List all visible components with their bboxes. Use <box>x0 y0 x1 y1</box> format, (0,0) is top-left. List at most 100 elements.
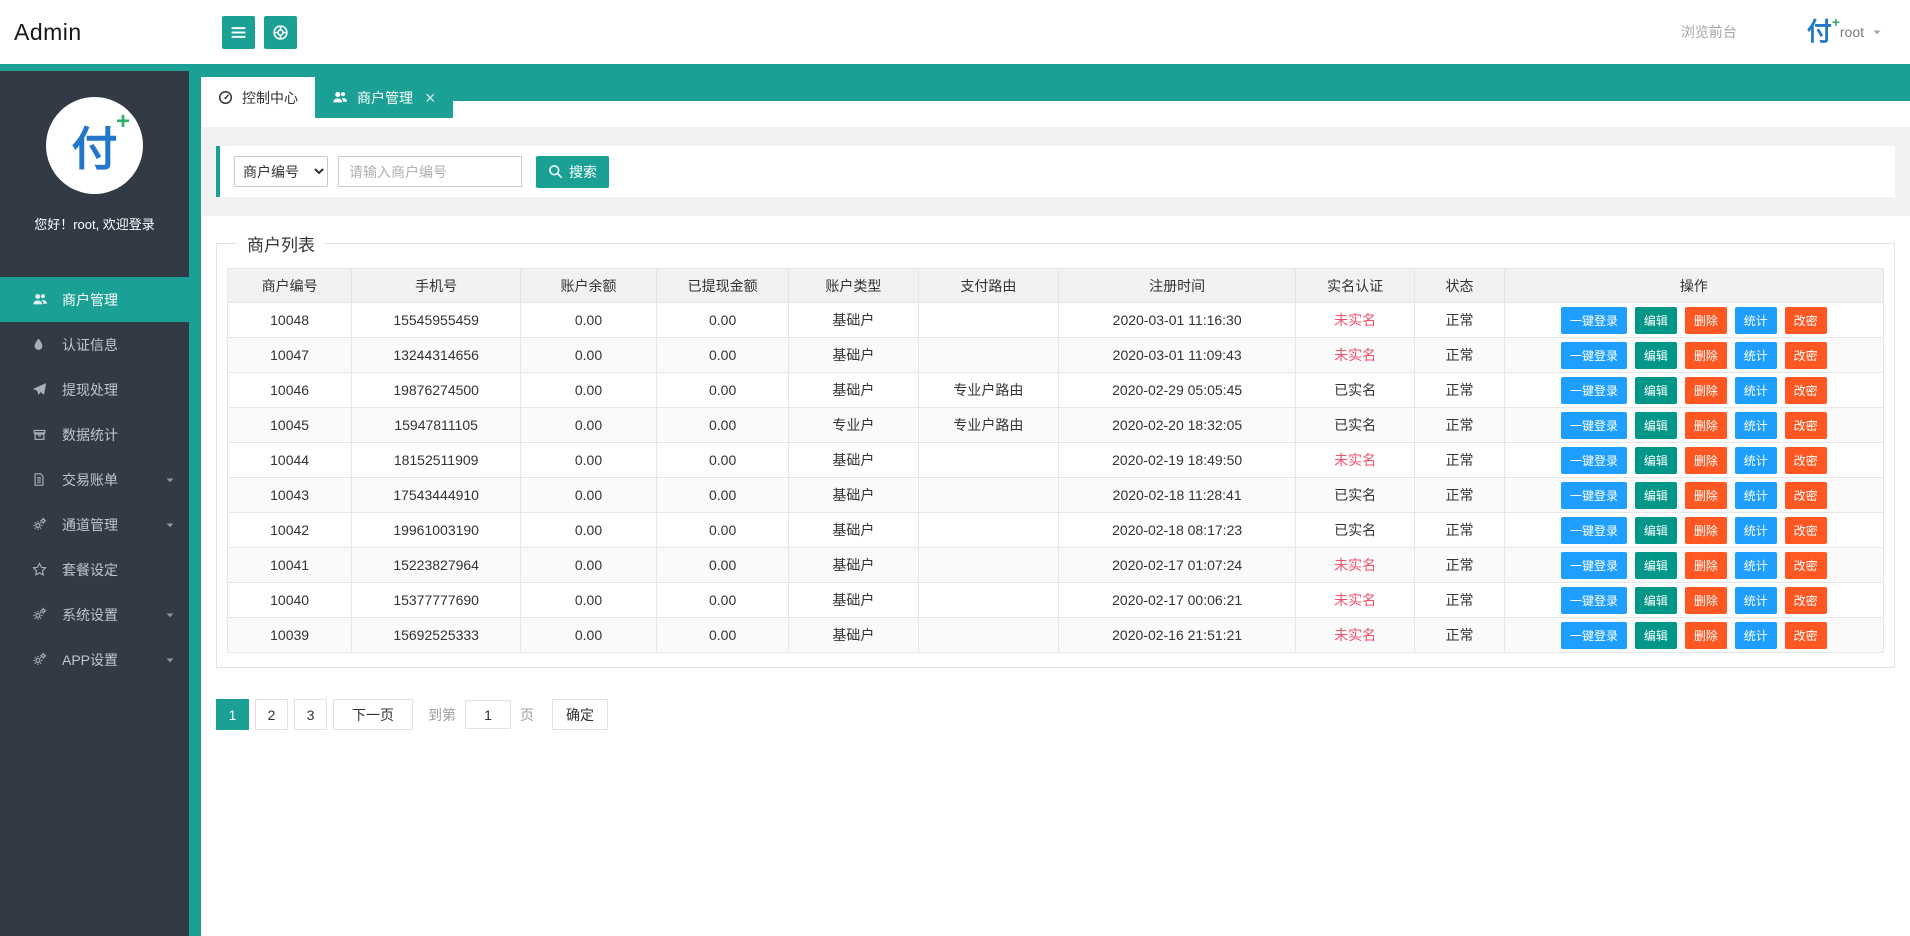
cell-reg-time: 2020-02-19 18:49:50 <box>1059 443 1296 478</box>
delete-button[interactable]: 删除 <box>1685 552 1727 579</box>
edit-button[interactable]: 编辑 <box>1635 587 1677 614</box>
stats-button[interactable]: 统计 <box>1735 447 1777 474</box>
search-button[interactable]: 搜索 <box>536 156 609 188</box>
delete-button[interactable]: 删除 <box>1685 517 1727 544</box>
stats-button[interactable]: 统计 <box>1735 412 1777 439</box>
edit-button[interactable]: 编辑 <box>1635 552 1677 579</box>
delete-button[interactable]: 删除 <box>1685 377 1727 404</box>
stats-button[interactable]: 统计 <box>1735 517 1777 544</box>
edit-button[interactable]: 编辑 <box>1635 377 1677 404</box>
delete-button[interactable]: 删除 <box>1685 482 1727 509</box>
page-button[interactable]: 3 <box>294 699 327 730</box>
cell-realname: 未实名 <box>1296 303 1415 338</box>
tab-merchants[interactable]: 商户管理 × <box>315 77 453 118</box>
table-row: 10048 15545955459 0.00 0.00 基础户 2020-03-… <box>228 303 1884 338</box>
sidebar-item-withdrawals[interactable]: 提现处理 <box>0 367 189 412</box>
change-password-button[interactable]: 改密 <box>1785 482 1827 509</box>
delete-button[interactable]: 删除 <box>1685 342 1727 369</box>
edit-button[interactable]: 编辑 <box>1635 307 1677 334</box>
delete-button[interactable]: 删除 <box>1685 447 1727 474</box>
goto-page-input[interactable] <box>465 700 511 729</box>
change-password-button[interactable]: 改密 <box>1785 517 1827 544</box>
cell-actions: 一键登录 编辑 删除 统计 改密 <box>1504 583 1883 618</box>
column-header: 账户余额 <box>521 269 657 303</box>
cell-merchant-id: 10047 <box>228 338 352 373</box>
change-password-button[interactable]: 改密 <box>1785 552 1827 579</box>
cell-realname: 未实名 <box>1296 548 1415 583</box>
close-icon[interactable]: × <box>425 89 436 107</box>
stats-button[interactable]: 统计 <box>1735 622 1777 649</box>
stats-button[interactable]: 统计 <box>1735 342 1777 369</box>
clear-cache-button[interactable] <box>264 16 297 49</box>
sidebar-item-merchants[interactable]: 商户管理 <box>0 277 189 322</box>
ring-icon <box>272 24 289 41</box>
delete-button[interactable]: 删除 <box>1685 307 1727 334</box>
stats-button[interactable]: 统计 <box>1735 482 1777 509</box>
change-password-button[interactable]: 改密 <box>1785 622 1827 649</box>
delete-button[interactable]: 删除 <box>1685 622 1727 649</box>
cell-balance: 0.00 <box>521 513 657 548</box>
sidebar-toggle-button[interactable] <box>222 16 255 49</box>
search-input[interactable] <box>338 156 522 187</box>
sidebar-item-app-settings[interactable]: APP设置 <box>0 637 189 682</box>
one-key-login-button[interactable]: 一键登录 <box>1561 517 1627 544</box>
change-password-button[interactable]: 改密 <box>1785 587 1827 614</box>
cell-actions: 一键登录 编辑 删除 统计 改密 <box>1504 478 1883 513</box>
one-key-login-button[interactable]: 一键登录 <box>1561 447 1627 474</box>
cell-balance: 0.00 <box>521 548 657 583</box>
sidebar-item-auth-info[interactable]: 认证信息 <box>0 322 189 367</box>
change-password-button[interactable]: 改密 <box>1785 342 1827 369</box>
edit-button[interactable]: 编辑 <box>1635 447 1677 474</box>
change-password-button[interactable]: 改密 <box>1785 307 1827 334</box>
delete-button[interactable]: 删除 <box>1685 587 1727 614</box>
confirm-button[interactable]: 确定 <box>552 699 608 730</box>
cell-balance: 0.00 <box>521 443 657 478</box>
one-key-login-button[interactable]: 一键登录 <box>1561 482 1627 509</box>
sidebar: 付 + 您好！root, 欢迎登录 商户管理 认证信息 提现处理 数据统计 交易… <box>0 64 201 936</box>
chevron-down-icon <box>165 655 175 665</box>
one-key-login-button[interactable]: 一键登录 <box>1561 307 1627 334</box>
edit-button[interactable]: 编辑 <box>1635 412 1677 439</box>
cell-reg-time: 2020-02-17 01:07:24 <box>1059 548 1296 583</box>
tab-dashboard[interactable]: 控制中心 <box>201 77 315 118</box>
delete-button[interactable]: 删除 <box>1685 412 1727 439</box>
one-key-login-button[interactable]: 一键登录 <box>1561 587 1627 614</box>
change-password-button[interactable]: 改密 <box>1785 377 1827 404</box>
cell-balance: 0.00 <box>521 583 657 618</box>
edit-button[interactable]: 编辑 <box>1635 342 1677 369</box>
one-key-login-button[interactable]: 一键登录 <box>1561 412 1627 439</box>
table-row: 10044 18152511909 0.00 0.00 基础户 2020-02-… <box>228 443 1884 478</box>
stats-button[interactable]: 统计 <box>1735 587 1777 614</box>
sidebar-item-data-stats[interactable]: 数据统计 <box>0 412 189 457</box>
one-key-login-button[interactable]: 一键登录 <box>1561 342 1627 369</box>
table-row: 10042 19961003190 0.00 0.00 基础户 2020-02-… <box>228 513 1884 548</box>
stats-button[interactable]: 统计 <box>1735 377 1777 404</box>
sidebar-item-system-settings[interactable]: 系统设置 <box>0 592 189 637</box>
sidebar-item-trade-bills[interactable]: 交易账单 <box>0 457 189 502</box>
edit-button[interactable]: 编辑 <box>1635 622 1677 649</box>
edit-button[interactable]: 编辑 <box>1635 482 1677 509</box>
one-key-login-button[interactable]: 一键登录 <box>1561 622 1627 649</box>
browse-front-link[interactable]: 浏览前台 <box>1681 22 1737 42</box>
page-button[interactable]: 1 <box>216 699 249 730</box>
user-menu[interactable]: 付+ root <box>1807 20 1882 45</box>
next-page-button[interactable]: 下一页 <box>333 699 413 730</box>
search-icon <box>548 164 563 179</box>
change-password-button[interactable]: 改密 <box>1785 412 1827 439</box>
search-type-select[interactable]: 商户编号 <box>234 156 328 187</box>
table-row: 10046 19876274500 0.00 0.00 基础户 专业户路由 20… <box>228 373 1884 408</box>
one-key-login-button[interactable]: 一键登录 <box>1561 377 1627 404</box>
table-row: 10039 15692525333 0.00 0.00 基础户 2020-02-… <box>228 618 1884 653</box>
cell-reg-time: 2020-02-29 05:05:45 <box>1059 373 1296 408</box>
sidebar-menu: 商户管理 认证信息 提现处理 数据统计 交易账单 通道管理 套餐设定 系统设置 … <box>0 277 189 682</box>
sidebar-item-channels[interactable]: 通道管理 <box>0 502 189 547</box>
cell-phone: 15223827964 <box>352 548 521 583</box>
sidebar-item-packages[interactable]: 套餐设定 <box>0 547 189 592</box>
cell-actions: 一键登录 编辑 删除 统计 改密 <box>1504 373 1883 408</box>
page-button[interactable]: 2 <box>255 699 288 730</box>
edit-button[interactable]: 编辑 <box>1635 517 1677 544</box>
change-password-button[interactable]: 改密 <box>1785 447 1827 474</box>
stats-button[interactable]: 统计 <box>1735 307 1777 334</box>
one-key-login-button[interactable]: 一键登录 <box>1561 552 1627 579</box>
stats-button[interactable]: 统计 <box>1735 552 1777 579</box>
